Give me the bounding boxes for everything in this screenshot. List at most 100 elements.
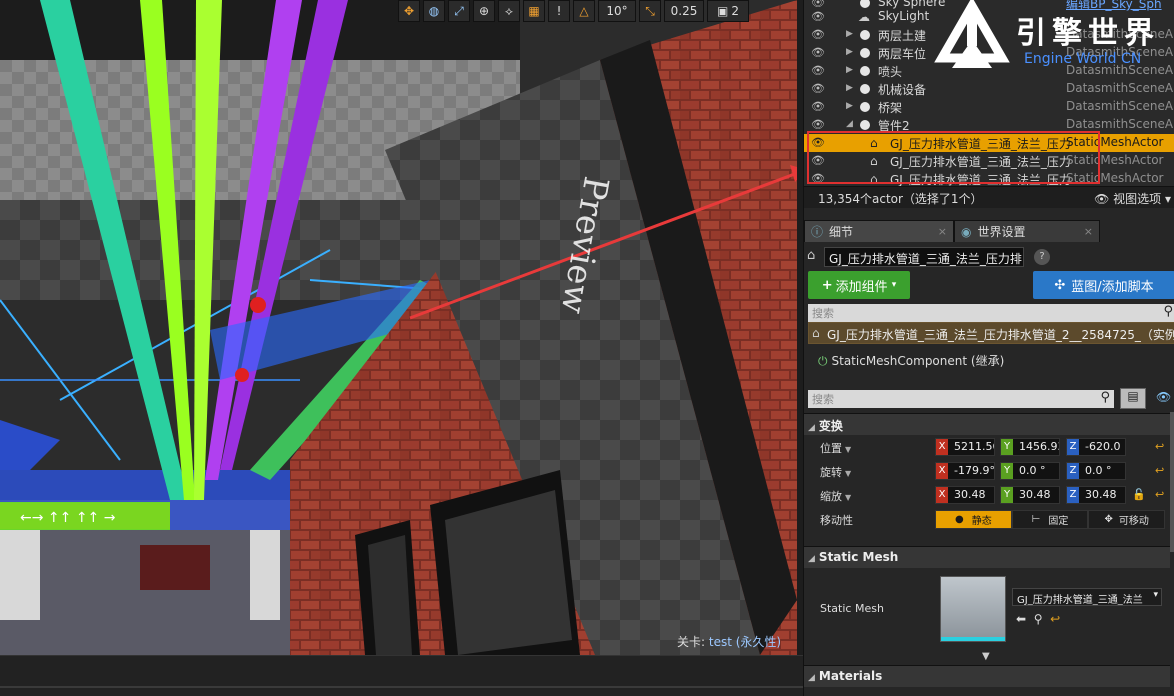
- level-viewport[interactable]: ←→ ↑↑ ↑↑ → Preview ✥ ◍ ⤢ ⊕ ⟡ ▦ ! △ 10° ⤡…: [0, 0, 797, 655]
- visibility-eye-icon[interactable]: 👁: [811, 29, 825, 41]
- value: -179.9°: [954, 464, 995, 477]
- reset-icon[interactable]: ↩: [1155, 464, 1164, 477]
- details-search-input[interactable]: 搜索 ⚲: [808, 390, 1114, 408]
- outliner-row-selected[interactable]: 👁 ⌂ GJ_压力排水管道_三通_法兰_压力 StaticMeshActor: [804, 134, 1174, 152]
- visibility-eye-icon[interactable]: 👁: [811, 83, 825, 95]
- actor-icon: [860, 66, 870, 76]
- skylight-icon: ☁: [858, 10, 870, 24]
- component-search-input[interactable]: 搜索 ⚲: [808, 304, 1174, 322]
- help-icon[interactable]: ?: [1034, 249, 1050, 265]
- actor-name: 两层车位: [878, 47, 927, 61]
- scroll-down-icon[interactable]: ▼: [982, 651, 990, 662]
- viewport-bottom-bar: [0, 655, 803, 696]
- property-matrix-button[interactable]: ▤: [1120, 388, 1146, 409]
- actor-name-row: ⌂ GJ_压力排水管道_三通_法兰_压力排 ?: [804, 245, 1174, 269]
- scale-icon[interactable]: ⤢: [448, 0, 470, 22]
- mesh-thumbnail[interactable]: [940, 576, 1006, 642]
- rotation-label[interactable]: 旋转 ▼: [820, 464, 851, 480]
- world-icon[interactable]: ⊕: [473, 0, 495, 22]
- visibility-eye-icon[interactable]: 👁: [811, 119, 825, 131]
- actor-name-field[interactable]: GJ_压力排水管道_三通_法兰_压力排: [824, 247, 1024, 267]
- grid-snap-icon[interactable]: ▦: [523, 0, 545, 22]
- location-label[interactable]: 位置 ▼: [820, 440, 851, 456]
- actor-icon: [860, 48, 870, 58]
- translate-icon[interactable]: ✥: [398, 0, 420, 22]
- scale-x-field[interactable]: X 30.48: [935, 486, 995, 504]
- globe-icon: ◉: [961, 224, 972, 239]
- ue-editor: ←→ ↑↑ ↑↑ → Preview ✥ ◍ ⤢ ⊕ ⟡ ▦ ! △ 10° ⤡…: [0, 0, 1174, 696]
- actor-name: 喷头: [878, 65, 903, 79]
- rotation-snap-icon[interactable]: △: [573, 0, 595, 22]
- details-scrollbar[interactable]: [1170, 412, 1174, 552]
- scale-label[interactable]: 缩放 ▼: [820, 488, 851, 504]
- expand-arrow-icon[interactable]: ▶: [846, 29, 853, 39]
- visibility-eye-icon[interactable]: 👁: [811, 173, 825, 185]
- outliner-status-bar: 13,354个actor（选择了1个） 👁 视图选项 ▾: [804, 186, 1174, 208]
- mobility-stationary[interactable]: ⊢ 固定: [1011, 510, 1089, 529]
- collapse-arrow-icon[interactable]: ◢: [846, 119, 853, 129]
- actor-count: 13,354个actor（选择了1个）: [818, 192, 983, 206]
- visibility-eye-icon[interactable]: 👁: [811, 137, 825, 149]
- lock-icon[interactable]: 🔓: [1132, 488, 1146, 501]
- use-selected-icon[interactable]: ⬅: [1016, 612, 1026, 626]
- tab-world-settings[interactable]: ◉ 世界设置 ×: [954, 220, 1100, 242]
- grid-size-button[interactable]: !: [548, 0, 570, 22]
- mobility-static[interactable]: ● 静态: [935, 510, 1012, 529]
- visibility-filter-icon[interactable]: 👁: [1156, 390, 1171, 404]
- reset-icon[interactable]: ↩: [1155, 488, 1164, 501]
- axis-x-badge: X: [936, 439, 948, 455]
- radio-icon: ●: [954, 514, 964, 525]
- rotation-z-field[interactable]: Z 0.0 °: [1066, 462, 1126, 480]
- reset-icon[interactable]: ↩: [1155, 440, 1164, 453]
- location-z-field[interactable]: Z -620.0: [1066, 438, 1126, 456]
- details-panel: ⌂ GJ_压力排水管道_三通_法兰_压力排 ? + 添加组件 ▾ ✣ 蓝图/添加脚本 …: [804, 242, 1174, 696]
- actor-name: SkyLight: [878, 9, 930, 23]
- outliner-row[interactable]: 👁 ▶ 桥架 DatasmithSceneA: [804, 98, 1174, 116]
- rotate-icon[interactable]: ◍: [423, 0, 445, 22]
- child-component-item[interactable]: ⏻ StaticMeshComponent (继承): [818, 352, 1004, 369]
- visibility-eye-icon[interactable]: 👁: [811, 11, 825, 23]
- materials-section-header[interactable]: ◢ Materials: [804, 665, 1170, 687]
- outliner-row[interactable]: 👁 ⌂ GJ_压力排水管道_三通_法兰_压力 StaticMeshActor: [804, 152, 1174, 170]
- scale-z-field[interactable]: Z 30.48: [1066, 486, 1126, 504]
- close-icon[interactable]: ×: [1084, 225, 1093, 238]
- close-icon[interactable]: ×: [938, 225, 947, 238]
- outliner-row[interactable]: 👁 ◢ 管件2 DatasmithSceneA: [804, 116, 1174, 134]
- transform-section-header[interactable]: ◢ 变换: [804, 413, 1170, 435]
- blueprint-label: 蓝图/添加脚本: [1071, 279, 1154, 295]
- browse-icon[interactable]: ⚲: [1034, 612, 1043, 626]
- actor-name: GJ_压力排水管道_三通_法兰_压力: [890, 173, 1071, 186]
- mobility-movable[interactable]: ✥ 可移动: [1088, 510, 1166, 529]
- scale-snap-icon[interactable]: ⤡: [639, 0, 661, 22]
- location-x-field[interactable]: X 5211.56: [935, 438, 995, 456]
- visibility-eye-icon[interactable]: 👁: [811, 65, 825, 77]
- view-options-button[interactable]: 👁 视图选项 ▾: [1094, 190, 1171, 207]
- add-component-button[interactable]: + 添加组件 ▾: [808, 271, 910, 299]
- scale-snap-value[interactable]: 0.25: [664, 0, 704, 22]
- root-component-item[interactable]: ⌂ GJ_压力排水管道_三通_法兰_压力排水管道_2__2584725_（实例）: [808, 322, 1174, 344]
- static-mesh-combo[interactable]: GJ_压力排水管道_三通_法兰 ▾: [1012, 588, 1162, 606]
- rotation-y-field[interactable]: Y 0.0 °: [1000, 462, 1060, 480]
- location-y-field[interactable]: Y 1456.93: [1000, 438, 1060, 456]
- static-mesh-section-header[interactable]: ◢ Static Mesh: [804, 546, 1170, 568]
- tab-details[interactable]: ⓘ 细节 ×: [804, 220, 954, 242]
- actor-type: DatasmithSceneA: [1066, 99, 1174, 113]
- thumbnail-bar: [941, 637, 1005, 641]
- rotation-snap-value[interactable]: 10°: [598, 0, 636, 22]
- visibility-eye-icon[interactable]: 👁: [811, 47, 825, 59]
- blueprint-button[interactable]: ✣ 蓝图/添加脚本: [1033, 271, 1174, 299]
- expand-arrow-icon[interactable]: ▶: [846, 47, 853, 57]
- expand-arrow-icon[interactable]: ▶: [846, 83, 853, 93]
- surface-snap-icon[interactable]: ⟡: [498, 0, 520, 22]
- outliner-row[interactable]: 👁 ⌂ GJ_压力排水管道_三通_法兰_压力 StaticMeshActor: [804, 170, 1174, 186]
- camera-speed-icon[interactable]: ▣ 2: [707, 0, 749, 22]
- expand-arrow-icon[interactable]: ▶: [846, 101, 853, 111]
- visibility-eye-icon[interactable]: 👁: [811, 155, 825, 167]
- scale-y-field[interactable]: Y 30.48: [1000, 486, 1060, 504]
- expand-arrow-icon[interactable]: ▶: [846, 65, 853, 75]
- rotation-x-field[interactable]: X -179.9°: [935, 462, 995, 480]
- reset-icon[interactable]: ↩: [1050, 612, 1060, 626]
- outliner-row[interactable]: 👁 ▶ 机械设备 DatasmithSceneA: [804, 80, 1174, 98]
- axis-z-badge: Z: [1067, 487, 1079, 503]
- visibility-eye-icon[interactable]: 👁: [811, 101, 825, 113]
